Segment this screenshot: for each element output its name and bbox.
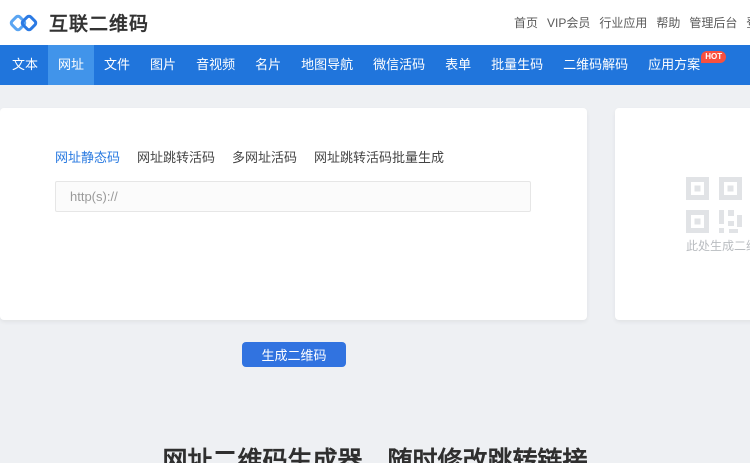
main-tabbar: 文本 网址 文件 图片 音视频 名片 地图导航 微信活码 表单 批量生码 二维码… [0, 45, 750, 85]
tab-batch-generate[interactable]: 批量生码 [481, 45, 553, 85]
subtab-multi-url-live-code[interactable]: 多网址活码 [232, 147, 297, 166]
subtab-redirect-live-code[interactable]: 网址跳转活码 [137, 147, 215, 166]
tab-file[interactable]: 文件 [94, 45, 140, 85]
generator-card: 网址静态码 网址跳转活码 多网址活码 网址跳转活码批量生成 [0, 108, 587, 320]
url-input[interactable] [55, 181, 531, 212]
logo-chain-icon [8, 8, 40, 38]
tab-audio-video[interactable]: 音视频 [186, 45, 245, 85]
tab-application-solutions[interactable]: 应用方案HOT [638, 45, 736, 85]
logo[interactable]: 互联二维码 [8, 0, 150, 45]
tab-image[interactable]: 图片 [140, 45, 186, 85]
section-heading: 网址二维码生成器，随时修改跳转链接 [162, 447, 588, 463]
generator-subtabs: 网址静态码 网址跳转活码 多网址活码 网址跳转活码批量生成 [55, 146, 444, 166]
nav-item-admin[interactable]: 管理后台 [689, 14, 737, 31]
tab-form[interactable]: 表单 [435, 45, 481, 85]
nav-item-home[interactable]: 首页 [514, 14, 538, 31]
header: 互联二维码 首页 VIP会员 行业应用 帮助 管理后台 登录 [0, 0, 750, 45]
qr-placeholder-text: 此处生成二维码 [686, 239, 750, 253]
nav-item-vip[interactable]: VIP会员 [547, 14, 590, 31]
subtab-batch-redirect-live-code[interactable]: 网址跳转活码批量生成 [314, 147, 444, 166]
tab-application-solutions-label: 应用方案 [648, 57, 701, 72]
tab-business-card[interactable]: 名片 [245, 45, 291, 85]
logo-text: 互联二维码 [49, 14, 150, 35]
nav-item-industry[interactable]: 行业应用 [599, 14, 647, 31]
tab-url[interactable]: 网址 [48, 45, 95, 85]
tab-qr-decode[interactable]: 二维码解码 [553, 45, 638, 85]
page: 互联二维码 首页 VIP会员 行业应用 帮助 管理后台 登录 文本 网址 文件 … [0, 0, 750, 463]
qr-placeholder-icon [686, 177, 742, 233]
tab-text[interactable]: 文本 [2, 45, 48, 85]
tab-map-nav[interactable]: 地图导航 [291, 45, 363, 85]
top-nav: 首页 VIP会员 行业应用 帮助 管理后台 登录 [514, 0, 750, 45]
subtab-static-url-code[interactable]: 网址静态码 [55, 147, 120, 166]
hot-badge: HOT [701, 51, 727, 63]
generate-qr-button[interactable]: 生成二维码 [242, 342, 346, 367]
nav-item-help[interactable]: 帮助 [656, 14, 680, 31]
qr-preview-card: 此处生成二维码 [615, 108, 750, 320]
tab-wechat-live-code[interactable]: 微信活码 [363, 45, 435, 85]
nav-item-login[interactable]: 登录 [746, 14, 750, 31]
